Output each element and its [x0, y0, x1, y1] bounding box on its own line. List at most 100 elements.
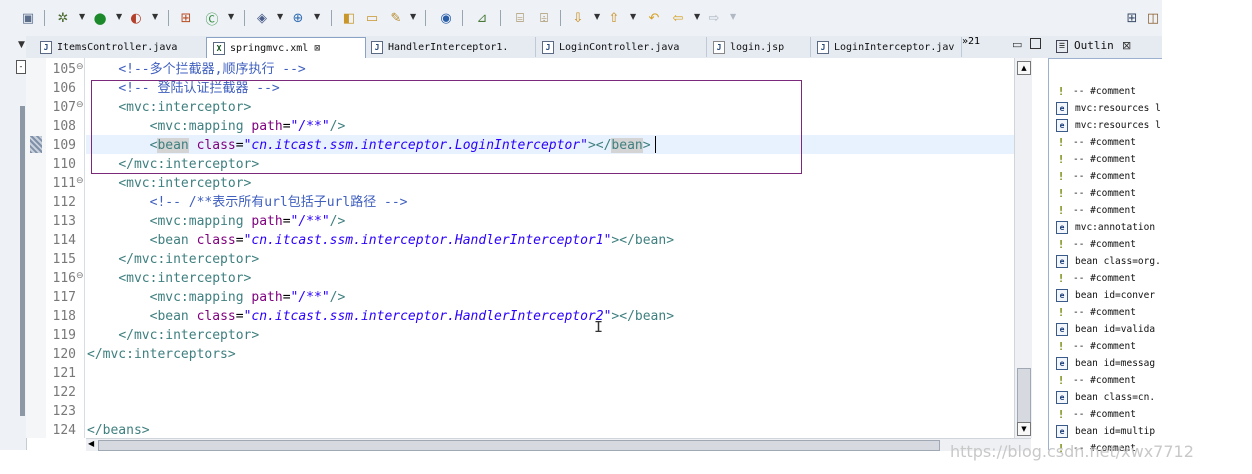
chevron-down-icon[interactable]: ▼ [79, 12, 85, 21]
outline-item[interactable]: e mvc:resources l [1056, 117, 1160, 134]
external-tools-icon[interactable]: ◐ [128, 9, 144, 27]
code-line[interactable]: <!--多个拦截器,顺序执行 --> [87, 60, 306, 79]
outline-item[interactable]: e bean id=messag [1056, 355, 1160, 372]
minimize-icon[interactable]: - [16, 60, 26, 74]
tab-items-controller[interactable]: J ItemsController.java [34, 37, 207, 57]
outline-item[interactable]: ! -- #comment [1056, 185, 1160, 202]
forward-icon[interactable]: ⇨ [706, 9, 722, 27]
scroll-up-icon[interactable]: ▲ [1017, 61, 1031, 75]
web-service-icon[interactable]: ⊕ [290, 9, 306, 27]
new-package-icon[interactable]: ⊞ [178, 9, 194, 27]
fold-toggle-icon[interactable]: ⊖ [76, 62, 84, 72]
hscroll-thumb[interactable] [98, 440, 940, 451]
outline-item[interactable]: e mvc:annotation [1056, 219, 1160, 236]
outline-item[interactable]: ! -- #comment [1056, 83, 1160, 100]
close-icon[interactable]: ⊠ [1122, 39, 1131, 52]
chevron-down-icon[interactable]: ▼ [228, 12, 234, 21]
outline-item[interactable]: ! -- #comment [1056, 236, 1160, 253]
previous-annotation-icon[interactable]: ⇧ [606, 9, 622, 27]
chevron-down-icon[interactable]: ▼ [277, 12, 283, 21]
vertical-scrollbar[interactable]: ▲ ▼ [1014, 58, 1032, 438]
outline-item[interactable]: ! -- #comment [1056, 202, 1160, 219]
code-line[interactable]: </mvc:interceptor> [87, 250, 259, 269]
globe-icon[interactable]: ◉ [438, 9, 454, 27]
chevron-down-icon[interactable]: ▼ [694, 12, 700, 21]
outline-item[interactable]: ! -- #comment [1056, 134, 1160, 151]
chevron-down-icon[interactable]: ▼ [314, 12, 320, 21]
code-line[interactable]: </mvc:interceptors> [87, 345, 236, 364]
tab-springmvc-xml[interactable]: X springmvc.xml ⊠ [206, 37, 366, 59]
back-icon[interactable]: ⇦ [670, 9, 686, 27]
close-icon[interactable]: ⊠ [314, 43, 320, 54]
chevron-down-icon[interactable]: ▼ [116, 12, 122, 21]
scroll-left-icon[interactable]: ◀ [88, 439, 94, 448]
pin-icon[interactable]: ⊿ [474, 9, 490, 27]
scroll-down-icon[interactable]: ▼ [1017, 422, 1031, 436]
outline-item[interactable]: ! -- #comment [1056, 168, 1160, 185]
tab-handler-interceptor1[interactable]: J HandlerInterceptor1. [365, 37, 536, 57]
scroll-thumb[interactable] [1017, 368, 1031, 424]
outline-item[interactable]: e mvc:resources l [1056, 100, 1160, 117]
perspective-icon[interactable]: ◫ [1146, 9, 1160, 27]
open-perspective-icon[interactable]: ⊞ [1124, 9, 1140, 27]
outline-title[interactable]: Outlin [1074, 39, 1114, 52]
xml-comment-icon: ! [1057, 340, 1065, 353]
open-type-icon[interactable]: ◧ [341, 9, 357, 27]
new-class-icon[interactable]: Ⓒ [204, 9, 220, 28]
fold-toggle-icon[interactable]: ⊖ [76, 271, 84, 281]
horizontal-scrollbar[interactable]: ◀ [86, 438, 1031, 451]
code-line[interactable]: <mvc:interceptor> [87, 269, 251, 288]
outline-item[interactable]: e bean id=multip [1056, 423, 1160, 440]
code-line[interactable]: <mvc:mapping path="/**"/> [87, 288, 346, 307]
outline-item[interactable]: ! -- #comment [1056, 372, 1160, 389]
bookmark-icon[interactable]: ⌸ [512, 9, 528, 27]
chevron-down-icon[interactable]: ▼ [594, 12, 600, 21]
fold-toggle-icon[interactable]: ⊖ [76, 100, 84, 110]
code-line[interactable]: <!-- /**表示所有url包括子url路径 --> [87, 193, 408, 212]
outline-item[interactable]: e bean id=conver [1056, 287, 1160, 304]
chevron-down-icon[interactable]: ▼ [152, 12, 158, 21]
outline-item[interactable]: ! -- #comment [1056, 151, 1160, 168]
line-number: 122 [52, 385, 76, 400]
code-line[interactable]: <bean class="cn.itcast.ssm.interceptor.H… [87, 307, 674, 326]
chevron-down-icon[interactable]: ▼ [630, 12, 636, 21]
outline-item[interactable]: ! -- #comment [1056, 304, 1160, 321]
chevron-down-icon[interactable]: ▼ [730, 12, 736, 21]
code-line[interactable]: <mvc:mapping path="/**"/> [87, 212, 346, 231]
outline-item[interactable]: e bean class=org. [1056, 253, 1160, 270]
open-folder-icon[interactable]: ▭ [364, 9, 380, 27]
left-scroll-handle[interactable] [20, 106, 25, 416]
outline-item[interactable]: ! -- #comment [1056, 406, 1160, 423]
more-tabs-button[interactable]: »21 [962, 36, 980, 47]
outline-item[interactable]: e bean class=cn. [1056, 389, 1160, 406]
outline-item[interactable]: ! -- #comment [1056, 270, 1160, 287]
minimize-icon[interactable]: ▭ [1012, 38, 1022, 51]
annotation-icon[interactable]: ⌹ [536, 9, 552, 27]
next-annotation-icon[interactable]: ⇩ [570, 9, 586, 27]
xml-comment-icon: ! [1057, 153, 1065, 166]
tab-login-controller[interactable]: J LoginController.java [536, 37, 707, 57]
fold-toggle-icon[interactable]: ⊖ [76, 176, 84, 186]
save-icon[interactable]: ▣ [20, 9, 36, 27]
code-token: <!--多个拦截器,顺序执行 --> [118, 62, 306, 77]
code-line[interactable]: </mvc:interceptor> [87, 326, 259, 345]
outline-item[interactable]: e bean id=valida [1056, 321, 1160, 338]
maximize-icon[interactable] [1030, 38, 1041, 49]
run-icon[interactable]: ● [92, 9, 108, 27]
tab-login-jsp[interactable]: J login.jsp [707, 37, 811, 57]
edit-icon[interactable]: ✎ [388, 9, 404, 27]
xml-comment-icon: ! [1057, 85, 1065, 98]
last-edit-icon[interactable]: ↶ [646, 9, 662, 27]
tab-login-interceptor[interactable]: J LoginInterceptor.jav [811, 37, 962, 57]
debug-icon[interactable]: ✲ [55, 9, 71, 27]
chevron-down-icon[interactable]: ▼ [18, 40, 25, 50]
tab-label: LoginInterceptor.jav [834, 41, 955, 53]
server-icon[interactable]: ◈ [254, 9, 270, 27]
code-line[interactable]: <bean class="cn.itcast.ssm.interceptor.H… [87, 231, 674, 250]
toolbar-separator [425, 10, 426, 26]
chevron-down-icon[interactable]: ▼ [410, 12, 416, 21]
code-token: /> [329, 214, 346, 229]
code-line[interactable]: <mvc:interceptor> [87, 174, 251, 193]
outline-item[interactable]: ! -- #comment [1056, 338, 1160, 355]
